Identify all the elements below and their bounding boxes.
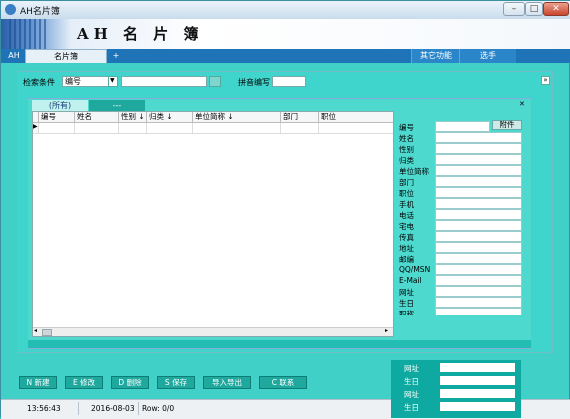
field-title[interactable] (435, 308, 522, 315)
col-name[interactable]: 姓名 (75, 112, 119, 122)
tab-other[interactable]: --- (89, 100, 145, 111)
tab-cards[interactable]: 名片簿 (25, 49, 107, 63)
field-email[interactable] (435, 275, 522, 286)
col-company[interactable]: 单位简称 ↓ (193, 112, 281, 122)
overlay-field[interactable] (440, 389, 515, 398)
overlay-label: 生日 (404, 403, 419, 412)
search-field-value: 编号 (65, 77, 81, 86)
dropdown-arrow-icon[interactable]: ▼ (108, 76, 118, 87)
field-birthday[interactable] (435, 297, 522, 308)
pinyin-input[interactable] (272, 76, 306, 87)
overlay-label: 网址 (404, 390, 419, 399)
new-button[interactable]: N 新建 (19, 376, 57, 389)
main-window: AH名片簿 – □ ✕ AH 名 片 簿 AH 名片簿 + 其它功能 选手 检索… (0, 0, 570, 419)
col-id[interactable]: 编号 (39, 112, 75, 122)
overlay-field[interactable] (440, 376, 515, 385)
contact-button[interactable]: C 联系 (259, 376, 307, 389)
col-department[interactable]: 部门 (281, 112, 319, 122)
field-phone[interactable] (435, 209, 522, 220)
close-button[interactable]: ✕ (543, 2, 569, 16)
overlay-field[interactable] (440, 402, 515, 411)
tab-bar: AH 名片簿 + 其它功能 选手 (1, 49, 570, 63)
close-icon: ✕ (552, 4, 560, 14)
field-address[interactable] (435, 242, 522, 253)
app-icon (5, 4, 16, 15)
status-row: Row: 0/0 (142, 404, 175, 413)
scroll-left-icon[interactable]: ◂ (34, 327, 37, 334)
minimize-icon: – (511, 4, 517, 14)
tab-other-functions[interactable]: 其它功能 (411, 49, 460, 63)
tab-player[interactable]: 选手 (459, 49, 516, 63)
overlay-label: 生日 (404, 377, 419, 386)
table-header: 编号 姓名 性别 ↓ 归类 ↓ 单位简称 ↓ 部门 职位 (33, 112, 393, 123)
edit-button[interactable]: E 修改 (65, 376, 103, 389)
field-company[interactable] (435, 165, 522, 176)
tab-ah[interactable]: AH (3, 49, 25, 63)
field-mobile[interactable] (435, 198, 522, 209)
field-zip[interactable] (435, 253, 522, 264)
col-gender[interactable]: 性别 ↓ (119, 112, 147, 122)
close-tab-icon[interactable]: ✕ (519, 100, 529, 109)
field-gender[interactable] (435, 143, 522, 154)
tab-add[interactable]: + (109, 49, 123, 63)
search-button[interactable] (209, 76, 221, 87)
title-bar: AH名片簿 – □ ✕ (1, 1, 570, 20)
import-export-button[interactable]: 导入导出 (203, 376, 251, 389)
field-qq[interactable] (435, 264, 522, 275)
field-id[interactable] (435, 121, 490, 132)
overlay-label: 网址 (404, 364, 419, 373)
save-button[interactable]: S 保存 (157, 376, 195, 389)
field-category[interactable] (435, 154, 522, 165)
form-row-title: 职称 (399, 308, 523, 315)
col-category[interactable]: 归类 ↓ (147, 112, 193, 122)
col-position[interactable]: 职位 (319, 112, 393, 122)
table-row[interactable]: ▶ (33, 123, 393, 134)
header-banner: AH 名 片 簿 (1, 19, 570, 50)
delete-button[interactable]: D 删除 (111, 376, 149, 389)
inner-footer-bar (28, 340, 531, 348)
app-title: AH 名 片 簿 (77, 25, 204, 43)
floating-panel: 网址 生日 网址 生日 (391, 360, 521, 418)
field-name[interactable] (435, 132, 522, 143)
status-time: 13:56:43 (27, 404, 61, 413)
horizontal-scrollbar[interactable]: ◂ ▸ (33, 327, 393, 336)
minimize-button[interactable]: – (503, 2, 525, 16)
field-home-phone[interactable] (435, 220, 522, 231)
field-website[interactable] (435, 286, 522, 297)
search-label: 检索条件 (23, 78, 55, 87)
maximize-icon: □ (529, 4, 539, 14)
window-title: AH名片簿 (20, 7, 60, 17)
field-position[interactable] (435, 187, 522, 198)
collapse-icon[interactable]: » (541, 76, 550, 85)
scroll-thumb[interactable] (42, 329, 52, 336)
tab-all[interactable]: (所有) (32, 100, 88, 111)
status-date: 2016-08-03 (91, 404, 135, 413)
scroll-right-icon[interactable]: ▸ (385, 327, 388, 334)
field-fax[interactable] (435, 231, 522, 242)
banner-logo (9, 19, 49, 49)
overlay-field[interactable] (440, 363, 515, 372)
field-department[interactable] (435, 176, 522, 187)
card-table[interactable]: 编号 姓名 性别 ↓ 归类 ↓ 单位简称 ↓ 部门 职位 ▶ ◂ ▸ (32, 111, 394, 337)
search-input[interactable] (121, 76, 207, 87)
maximize-button[interactable]: □ (525, 2, 543, 16)
pinyin-label: 拼音编写 (238, 78, 270, 87)
